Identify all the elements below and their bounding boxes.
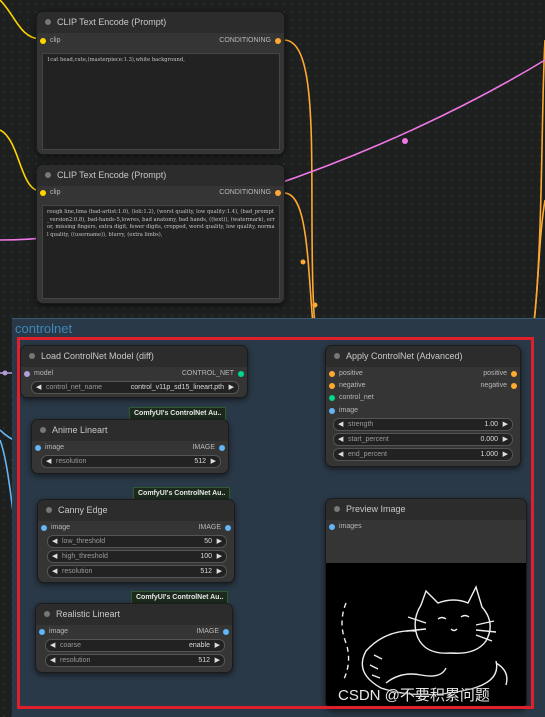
watermark: CSDN @不要积累问题 xyxy=(338,687,490,704)
node-title[interactable]: CLIP Text Encode (Prompt) xyxy=(37,12,284,33)
slot-label: clip xyxy=(50,37,61,44)
prompt-textarea[interactable]: rough line,lima (bad-artist:1.0), (loli:… xyxy=(42,205,280,299)
node-title-text: CLIP Text Encode (Prompt) xyxy=(57,170,167,180)
conditioning-connector-icon[interactable] xyxy=(275,190,281,196)
slot-label: clip xyxy=(50,189,61,196)
collapse-dot-icon[interactable] xyxy=(45,19,51,25)
conditioning-connector-icon[interactable] xyxy=(275,38,281,44)
selection-highlight-box xyxy=(17,337,534,709)
group-title[interactable]: controlnet xyxy=(15,321,72,336)
clip-connector-icon[interactable] xyxy=(40,38,46,44)
node-title[interactable]: CLIP Text Encode (Prompt) xyxy=(37,165,284,186)
collapse-dot-icon[interactable] xyxy=(45,172,51,178)
clip-text-encode-negative-node[interactable]: CLIP Text Encode (Prompt) clip CONDITION… xyxy=(36,164,285,304)
input-slot-clip[interactable]: clip xyxy=(40,36,61,46)
clip-connector-icon[interactable] xyxy=(40,190,46,196)
prompt-textarea[interactable]: 1cat head,cute,(masterpiece:1.3),white b… xyxy=(42,53,280,150)
clip-text-encode-positive-node[interactable]: CLIP Text Encode (Prompt) clip CONDITION… xyxy=(36,11,285,155)
slot-label: CONDITIONING xyxy=(219,37,271,44)
node-title-text: CLIP Text Encode (Prompt) xyxy=(57,17,167,27)
output-slot-conditioning[interactable]: CONDITIONING xyxy=(219,36,281,46)
slot-label: CONDITIONING xyxy=(219,189,271,196)
input-slot-clip[interactable]: clip xyxy=(40,188,61,198)
output-slot-conditioning[interactable]: CONDITIONING xyxy=(219,188,281,198)
